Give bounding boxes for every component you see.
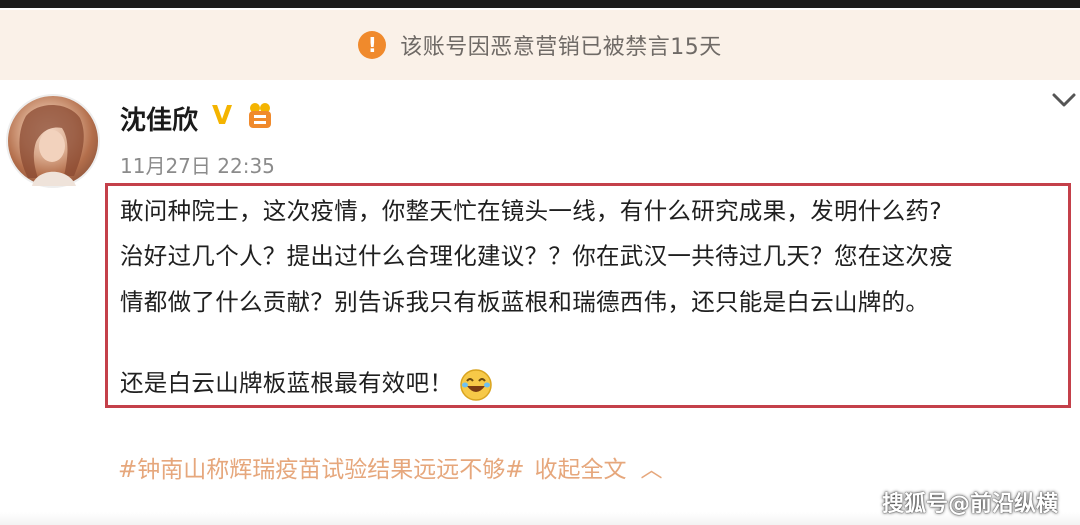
post-text-line-3: 情都做了什么贡献？别告诉我只有板蓝根和瑞德西伟，还只能是白云山牌的。 xyxy=(120,288,930,316)
post-timestamp: 11月27日 22:35 xyxy=(120,154,275,178)
collapse-button[interactable]: 收起全文 xyxy=(535,457,627,483)
laugh-cry-emoji-icon xyxy=(460,368,492,401)
ban-notice-text: 该账号因恶意营销已被禁言15天 xyxy=(400,35,722,60)
ban-notice-banner: ! 该账号因恶意营销已被禁言15天 xyxy=(0,10,1080,80)
top-bar xyxy=(0,0,1080,8)
chevron-up-icon[interactable]: ︿ xyxy=(641,458,663,483)
hashtag-row: #钟南山称辉瑞疫苗试验结果远远不够# 收起全文 ︿ xyxy=(118,450,663,484)
avatar[interactable] xyxy=(6,94,100,188)
vip-v-icon: V xyxy=(212,101,233,131)
hashtag-link[interactable]: #钟南山称辉瑞疫苗试验结果远远不够# xyxy=(118,457,525,483)
post-text-line-4: 还是白云山牌板蓝根最有效吧！ xyxy=(120,364,493,402)
warning-icon: ! xyxy=(358,31,387,59)
chevron-down-icon[interactable] xyxy=(1050,90,1078,110)
post-text-line-4-text: 还是白云山牌板蓝根最有效吧！ xyxy=(120,369,454,397)
post-text-line-1: 敢问种院士，这次疫情，你整天忙在镜头一线，有什么研究成果，发明什么药? xyxy=(120,197,942,225)
fan-badge-icon xyxy=(249,103,271,128)
watermark: 搜狐号@前沿纵横 xyxy=(882,492,1059,517)
post-text-line-2: 治好过几个人？提出过什么合理化建议？？你在武汉一共待过几天？您在这次疫 xyxy=(120,242,953,270)
user-name[interactable]: 沈佳欣 xyxy=(120,100,198,137)
